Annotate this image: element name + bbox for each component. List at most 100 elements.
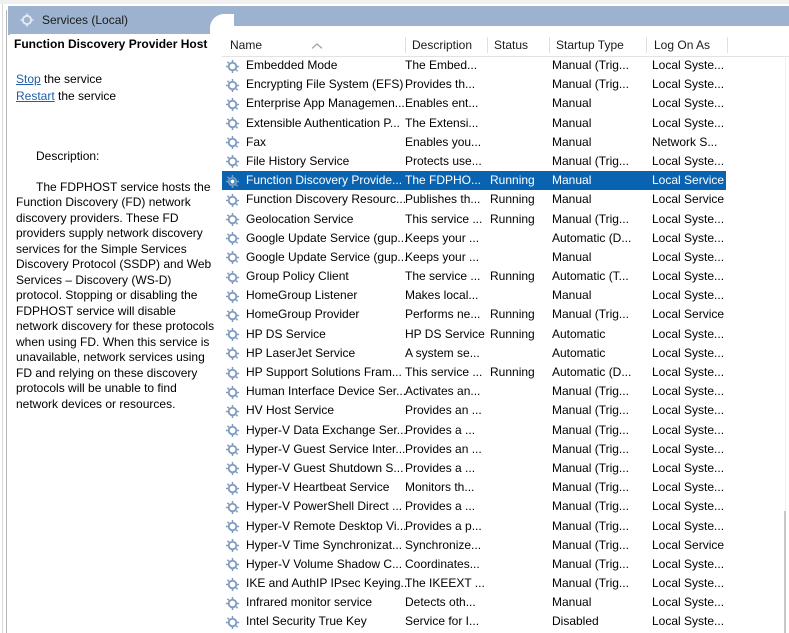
cell-status: Running [490,365,548,379]
cell-description: Service for I... [405,614,485,628]
service-gear-icon [225,308,240,323]
table-row[interactable]: Hyper-V Time Synchronizat...Synchronize.… [222,536,789,555]
table-row[interactable]: Google Update Service (gup...Keeps your … [222,248,789,267]
service-gear-icon [225,461,240,476]
service-gear-icon [225,59,240,74]
cell-description: Provides a p... [405,519,485,533]
cell-name: Group Policy Client [246,269,416,283]
service-gear-icon [225,154,240,169]
table-row[interactable]: Infrared monitor serviceDetects oth...Ma… [222,593,789,612]
table-row[interactable]: Group Policy ClientThe service ...Runnin… [222,267,789,286]
service-gear-icon [225,596,240,611]
cell-startup: Manual (Trig... [552,212,644,226]
restart-service-link[interactable]: Restart [16,89,55,103]
table-row[interactable]: Google Update Service (gup...Keeps your … [222,229,789,248]
cell-logon: Local Syste... [652,480,752,494]
table-row[interactable]: Hyper-V Data Exchange Ser...Provides a .… [222,421,789,440]
cell-description: The Embed... [405,58,485,72]
table-row[interactable]: Hyper-V Heartbeat ServiceMonitors th...M… [222,478,789,497]
cell-name: IKE and AuthIP IPsec Keying... [246,576,416,590]
scrollbar-track-upper[interactable] [785,56,786,511]
cell-startup: Manual (Trig... [552,307,644,321]
cell-description: A system se... [405,346,485,360]
cell-logon: Local Syste... [652,58,752,72]
cell-logon: Local Syste... [652,519,752,533]
column-header-startup[interactable]: Startup Type [556,38,624,52]
table-row[interactable]: Hyper-V Guest Service Inter...Provides a… [222,440,789,459]
cell-name: HV Host Service [246,403,416,417]
service-gear-icon [225,97,240,112]
table-row[interactable]: HV Host ServiceProvides an ...Manual (Tr… [222,401,789,420]
cell-name: Embedded Mode [246,58,416,72]
cell-status: Running [490,307,548,321]
cell-logon: Local Syste... [652,423,752,437]
restart-service-suffix: the service [55,89,116,103]
table-row[interactable]: HP DS ServiceHP DS ServiceRunningAutomat… [222,325,789,344]
cell-name: HP DS Service [246,327,416,341]
window-top-strip [0,0,789,4]
table-row[interactable]: IKE and AuthIP IPsec Keying...The IKEEXT… [222,574,789,593]
cell-status: Running [490,212,548,226]
sort-ascending-icon [311,39,323,46]
service-gear-icon [225,270,240,285]
cell-name: Hyper-V Remote Desktop Vi... [246,519,416,533]
cell-logon: Local Syste... [652,442,752,456]
cell-startup: Manual (Trig... [552,442,644,456]
cell-status: Running [490,173,548,187]
cell-startup: Automatic (D... [552,231,644,245]
table-row[interactable]: Intel Security True KeyService for I...D… [222,612,789,631]
table-row[interactable]: Function Discovery Provide...The FDPHO..… [222,171,789,190]
description-text: The FDPHOST service hosts the Function D… [16,180,217,411]
cell-startup: Automatic (D... [552,365,644,379]
table-row[interactable]: Hyper-V Remote Desktop Vi...Provides a p… [222,517,789,536]
cell-name: Hyper-V Data Exchange Ser... [246,423,416,437]
scrollbar-track-lower[interactable] [784,511,786,633]
column-divider-3[interactable] [549,37,550,53]
table-row[interactable]: Enterprise App Managemen...Enables ent..… [222,94,789,113]
table-row[interactable]: Embedded ModeThe Embed...Manual (Trig...… [222,56,789,75]
cell-logon: Local Syste... [652,77,752,91]
column-header-name[interactable]: Name [230,38,262,52]
table-row[interactable]: Extensible Authentication P...The Extens… [222,114,789,133]
cell-startup: Manual [552,116,644,130]
cell-name: Infrared monitor service [246,595,416,609]
cell-description: Coordinates... [405,557,485,571]
cell-description: The service ... [405,269,485,283]
service-gear-icon [225,212,240,227]
table-row[interactable]: File History ServiceProtects use...Manua… [222,152,789,171]
cell-description: The Extensi... [405,116,485,130]
table-row[interactable]: Geolocation ServiceThis service ...Runni… [222,210,789,229]
cell-name: Function Discovery Resourc... [246,192,416,206]
table-row[interactable]: Function Discovery Resourc...Publishes t… [222,190,789,209]
cell-startup: Manual (Trig... [552,538,644,552]
cell-startup: Manual (Trig... [552,480,644,494]
table-row[interactable]: Encrypting File System (EFS)Provides th.… [222,75,789,94]
services-column-header: Name Description Status Startup Type Log… [222,34,789,57]
table-row[interactable]: FaxEnables you...ManualNetwork S... [222,133,789,152]
table-row[interactable]: Hyper-V PowerShell Direct ...Provides a … [222,497,789,516]
cell-description: Provides th... [405,77,485,91]
cell-name: File History Service [246,154,416,168]
services-list-body[interactable]: Embedded ModeThe Embed... Manual (Trig...… [222,56,789,633]
cell-startup: Manual (Trig... [552,403,644,417]
table-row[interactable]: HomeGroup ListenerMakes local...ManualLo… [222,286,789,305]
cell-name: Geolocation Service [246,212,416,226]
table-row[interactable]: HP LaserJet ServiceA system se...Automat… [222,344,789,363]
cell-startup: Manual (Trig... [552,499,644,513]
column-header-status[interactable]: Status [494,38,528,52]
cell-startup: Manual [552,595,644,609]
stop-service-link[interactable]: Stop [16,72,41,86]
column-divider-4[interactable] [646,37,647,53]
cell-logon: Local Syste... [652,116,752,130]
table-row[interactable]: Human Interface Device Ser...Activates a… [222,382,789,401]
column-header-description[interactable]: Description [412,38,472,52]
table-row[interactable]: HomeGroup ProviderPerforms ne...RunningM… [222,305,789,324]
table-row[interactable]: Hyper-V Volume Shadow C...Coordinates...… [222,555,789,574]
column-header-logon[interactable]: Log On As [654,38,710,52]
column-divider-2[interactable] [487,37,488,53]
table-row[interactable]: HP Support Solutions Fram...This service… [222,363,789,382]
cell-description: Provides an ... [405,442,485,456]
table-row[interactable]: Hyper-V Guest Shutdown S...Provides a ..… [222,459,789,478]
column-divider-5[interactable] [727,37,728,53]
column-divider-1[interactable] [405,37,406,53]
